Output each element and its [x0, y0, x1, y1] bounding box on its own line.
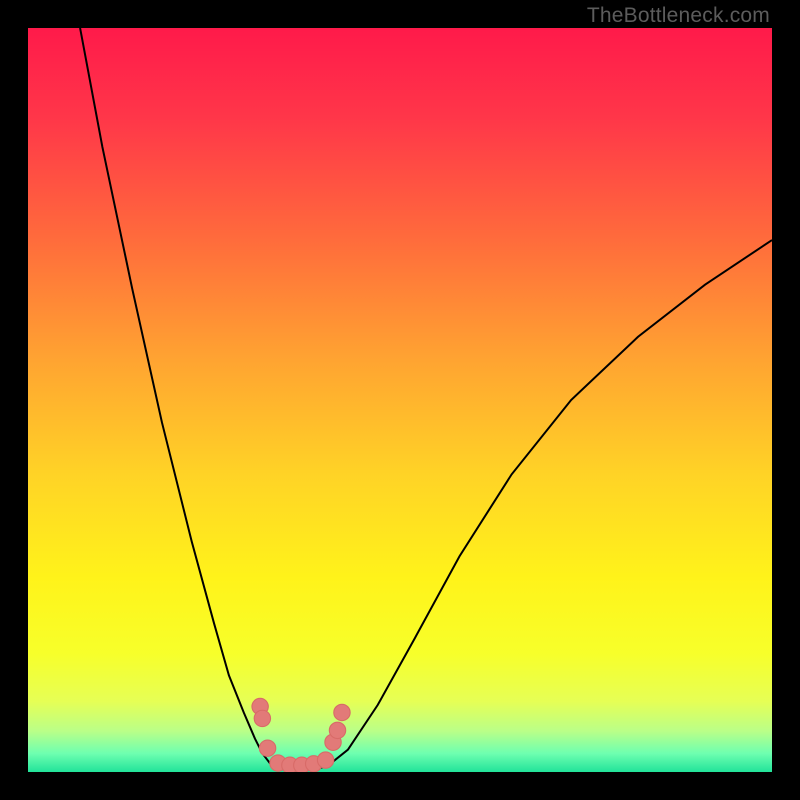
curve-layer — [28, 28, 772, 772]
plot-area — [28, 28, 772, 772]
valley-marker — [329, 722, 345, 738]
chart-frame: TheBottleneck.com — [0, 0, 800, 800]
valley-marker — [254, 710, 270, 726]
valley-marker — [334, 704, 350, 720]
watermark-text: TheBottleneck.com — [587, 4, 770, 28]
valley-marker — [317, 752, 333, 768]
bottleneck-curve — [80, 28, 772, 770]
valley-marker — [259, 740, 275, 756]
